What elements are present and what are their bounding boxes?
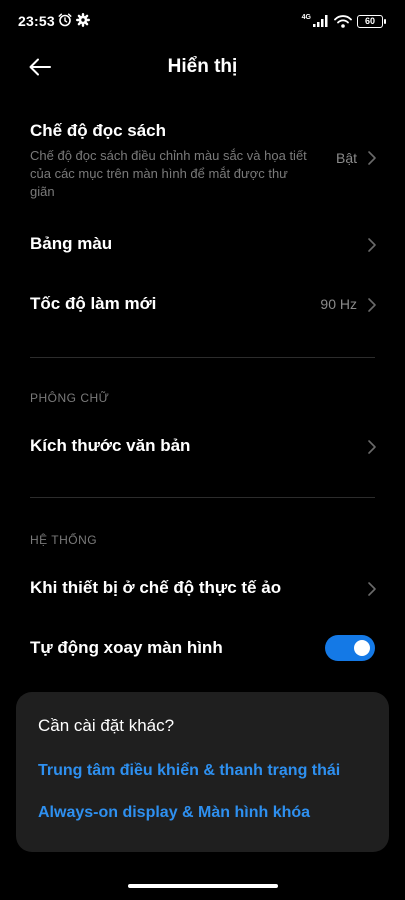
refresh-rate-title: Tốc độ làm mới — [30, 294, 157, 313]
status-right: 4G 60 — [301, 12, 386, 30]
more-settings-title: Cần cài đặt khác? — [38, 716, 175, 735]
network-type: 4G — [301, 14, 311, 21]
refresh-rate-row[interactable]: Tốc độ làm mới 90 Hz — [0, 280, 405, 330]
reading-mode-value: Bật — [335, 150, 357, 166]
refresh-rate-value: 90 Hz — [320, 296, 357, 312]
chevron-right-icon — [368, 151, 376, 165]
section-divider — [30, 497, 375, 498]
reading-mode-row[interactable]: Chế độ đọc sách Chế độ đọc sách điều chỉ… — [0, 112, 405, 204]
reading-mode-description: Chế độ đọc sách điều chỉnh màu sắc và họ… — [30, 148, 307, 199]
lock-screen-link[interactable]: Always-on display & Màn hình khóa — [38, 804, 310, 822]
vr-mode-row[interactable]: Khi thiết bị ở chế độ thực tế ảo — [0, 564, 405, 614]
color-palette-row[interactable]: Bảng màu — [0, 220, 405, 270]
more-settings-card: Cần cài đặt khác? Trung tâm điều khiển &… — [16, 692, 389, 852]
signal-icon — [313, 15, 328, 27]
vr-mode-title: Khi thiết bị ở chế độ thực tế ảo — [30, 578, 282, 597]
auto-rotate-title: Tự động xoay màn hình — [30, 638, 223, 657]
control-center-link[interactable]: Trung tâm điều khiển & thanh trạng thái — [38, 762, 340, 780]
status-time: 23:53 — [18, 13, 55, 29]
battery-icon: 60 — [357, 14, 386, 28]
system-section-label: HỆ THỐNG — [30, 533, 98, 547]
gear-icon — [76, 13, 90, 27]
toggle-knob — [354, 640, 370, 656]
auto-rotate-toggle[interactable] — [325, 635, 375, 661]
font-section-label: PHÔNG CHỮ — [30, 391, 110, 405]
auto-rotate-row: Tự động xoay màn hình — [0, 624, 405, 674]
header: Hiển thị — [0, 42, 405, 92]
wifi-icon — [334, 14, 352, 28]
color-palette-title: Bảng màu — [30, 234, 113, 253]
home-indicator[interactable] — [128, 884, 278, 888]
chevron-right-icon — [368, 582, 376, 596]
status-bar: 23:53 4G 60 — [0, 0, 405, 42]
text-size-row[interactable]: Kích thước văn bản — [0, 422, 405, 472]
section-divider — [30, 357, 375, 358]
page-title: Hiển thị — [167, 56, 238, 77]
battery-level: 60 — [364, 15, 375, 26]
chevron-right-icon — [368, 440, 376, 454]
text-size-title: Kích thước văn bản — [30, 436, 191, 455]
alarm-icon — [58, 13, 72, 27]
chevron-right-icon — [368, 238, 376, 252]
chevron-right-icon — [368, 298, 376, 312]
reading-mode-title: Chế độ đọc sách — [30, 121, 167, 140]
